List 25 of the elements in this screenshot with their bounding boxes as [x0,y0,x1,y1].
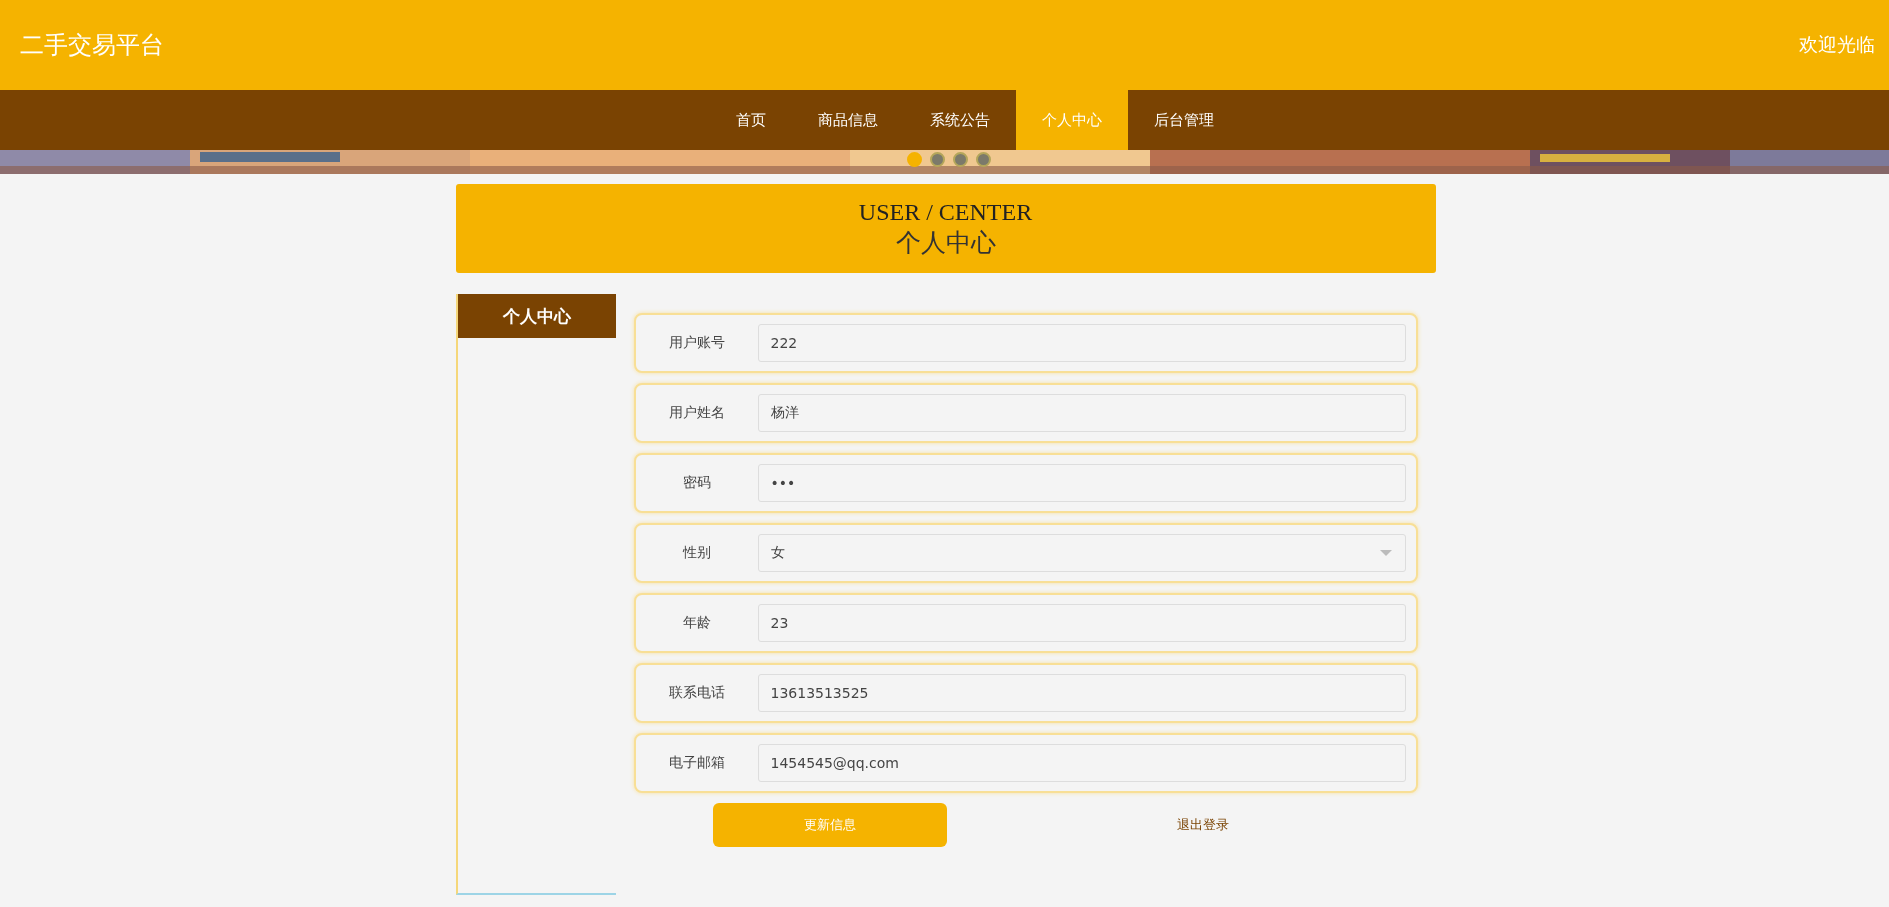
nav-tab[interactable]: 系统公告 [903,90,1016,150]
input-field[interactable]: 1454545@qq.com [757,744,1406,782]
field-label: 密码 [681,474,712,492]
logout-link[interactable]: 退出登录 [1170,815,1235,835]
field-label: 电子邮箱 [667,754,726,772]
page-title-chinese: 个人中心 [895,227,996,258]
select-field[interactable]: 女 [757,534,1406,572]
site-title: 二手交易平台 [20,30,164,61]
nav-tab[interactable]: 首页 [709,90,792,150]
input-field[interactable]: 222 [757,324,1406,362]
page-title-english: USER / CENTER [858,198,1033,226]
field-label: 年龄 [681,614,712,632]
field-label: 用户账号 [667,334,726,352]
welcome-text: 欢迎光临 [1799,33,1875,57]
field-label: 联系电话 [667,684,726,702]
nav-tab[interactable]: 商品信息 [791,90,904,150]
sidebar-item[interactable]: 个人中心 [457,294,616,338]
field-label: 用户姓名 [667,404,726,422]
input-field[interactable]: 23 [757,604,1406,642]
caret-icon [1378,549,1393,557]
input-field[interactable]: 杨洋 [757,394,1406,432]
input-field[interactable]: ••• [757,464,1406,502]
nav-tab[interactable]: 后台管理 [1127,90,1240,150]
field-label: 性别 [681,544,712,562]
input-field[interactable]: 13613513525 [757,674,1406,712]
